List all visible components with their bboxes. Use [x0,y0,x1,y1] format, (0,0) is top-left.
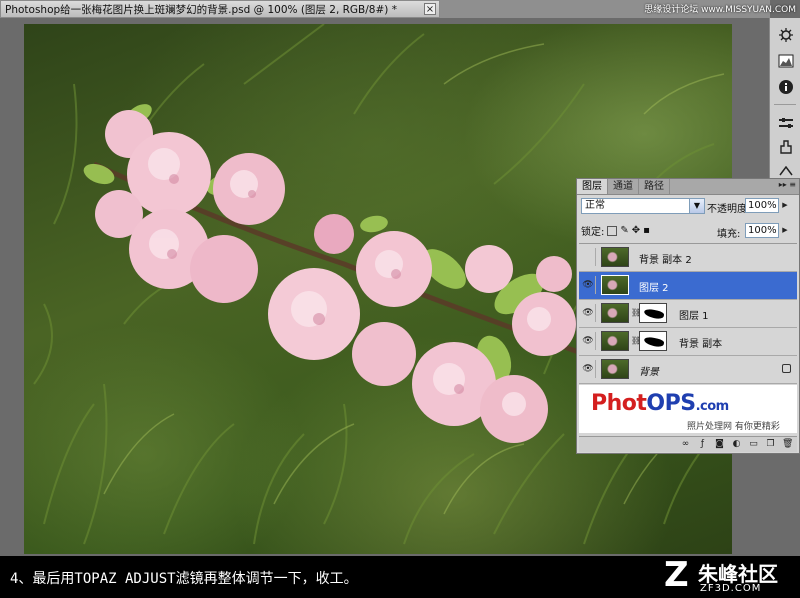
lock-position-icon[interactable]: ✥ [632,225,640,236]
adjustment-icon[interactable]: ◐ [731,439,742,450]
eye-icon[interactable]: 👁 [581,304,596,322]
layer-mask-thumbnail[interactable] [639,331,667,351]
layer-row[interactable]: 👁 背景 [579,356,797,384]
info-icon[interactable] [777,78,795,96]
link-icon[interactable]: ∞ [680,439,691,450]
fx-icon[interactable]: ƒ [697,439,708,450]
lock-paint-icon[interactable]: ✎ [620,225,628,236]
photoshop-window: Photoshop给一张梅花图片换上斑斓梦幻的背景.psd @ 100% (图层… [0,0,800,598]
lock-label: 锁定: [581,227,605,238]
layer-name: 背景 副本 2 [639,255,692,266]
layer-name: 图层 1 [679,311,709,322]
layer-thumbnail [601,275,629,295]
layer-row[interactable]: 背景 副本 2 [579,244,797,272]
eye-icon[interactable]: 👁 [581,360,596,378]
logo-tagline: 照片处理网 有你更精彩 [687,422,780,432]
panel-menu-icon[interactable]: ▸▸ ≡ [779,180,796,189]
histogram-icon[interactable] [777,52,795,70]
blend-mode-select[interactable]: 正常 [581,198,691,214]
mask-link-icon[interactable]: ⛓ [631,308,641,318]
dock-divider [774,104,796,105]
mask-link-icon[interactable]: ⛓ [631,336,641,346]
mask-icon[interactable]: ◙ [714,439,725,450]
layer-thumbnail [601,331,629,351]
panel-tabs: 图层 通道 路径 [577,179,799,195]
layer-name: 背景 副本 [679,339,723,350]
layer-thumbnail [601,303,629,323]
layer-thumbnail [601,247,629,267]
brand-mark: Z [664,555,689,595]
caption-bar: 4、最后用TOPAZ ADJUST滤镜再整体调节一下，收工。 Z 朱峰社区 ZF… [0,556,800,598]
photops-logo-area: PhotOPS.com 照片处理网 有你更精彩 [579,385,797,433]
tab-paths[interactable]: 路径 [639,179,670,194]
opacity-label: 不透明度: [707,204,751,215]
caption-text: 4、最后用TOPAZ ADJUST滤镜再整体调节一下，收工。 [10,571,358,587]
photops-logo: PhotOPS.com [591,391,729,416]
tab-channels[interactable]: 通道 [608,179,639,194]
fill-input[interactable]: 100% [745,223,779,238]
tab-layers[interactable]: 图层 [577,179,608,194]
lock-transparent-icon[interactable] [607,225,618,236]
document-tab[interactable]: Photoshop给一张梅花图片换上斑斓梦幻的背景.psd @ 100% (图层… [0,0,440,18]
layer-name: 图层 2 [639,283,669,294]
layers-panel-footer: ∞ ƒ ◙ ◐ ▭ ❐ 🗑 [579,436,797,452]
layer-name: 背景 [639,367,659,378]
layer-row[interactable]: 👁 ⛓ 图层 1 [579,300,797,328]
trash-icon[interactable]: 🗑 [782,439,793,450]
visibility-toggle[interactable] [581,248,596,266]
fill-label: 填充: [717,229,741,240]
eye-icon[interactable]: 👁 [581,276,596,294]
brush-presets-icon[interactable] [777,114,795,132]
clone-source-icon[interactable] [777,138,795,156]
watermark-text: 思缘设计论坛 www.MISSYUAN.COM [644,5,796,15]
opacity-input[interactable]: 100% [745,198,779,213]
eye-icon[interactable]: 👁 [581,332,596,350]
close-icon[interactable]: × [424,3,436,15]
fill-arrow-icon[interactable]: ▶ [780,223,790,238]
layers-panel: 图层 通道 路径 ▸▸ ≡ 正常 ▼ 不透明度: 100% ▶ 锁定: ✎ ✥ … [576,178,800,454]
brand-url: ZF3D.COM [700,583,762,594]
layer-mask-thumbnail[interactable] [639,303,667,323]
opacity-arrow-icon[interactable]: ▶ [780,198,790,213]
group-icon[interactable]: ▭ [748,439,759,450]
navigator-icon[interactable] [777,26,795,44]
lock-all-icon[interactable]: ▪ [643,225,650,236]
brand-logo: Z 朱峰社区 ZF3D.COM [664,558,796,596]
layer-row[interactable]: 👁 ⛓ 背景 副本 [579,328,797,356]
new-layer-icon[interactable]: ❐ [765,439,776,450]
layer-row-selected[interactable]: 👁 图层 2 [579,272,797,300]
layers-list: 背景 副本 2 👁 图层 2 👁 ⛓ 图层 1 👁 ⛓ 背景 副本 👁 背景 [579,243,797,385]
document-title: Photoshop给一张梅花图片换上斑斓梦幻的背景.psd @ 100% (图层… [5,3,397,16]
lock-controls: 锁定: ✎ ✥ ▪ [581,223,650,238]
layer-thumbnail [601,359,629,379]
panel-dock [769,18,800,180]
lock-icon [782,364,791,373]
chevron-down-icon[interactable]: ▼ [689,198,705,214]
